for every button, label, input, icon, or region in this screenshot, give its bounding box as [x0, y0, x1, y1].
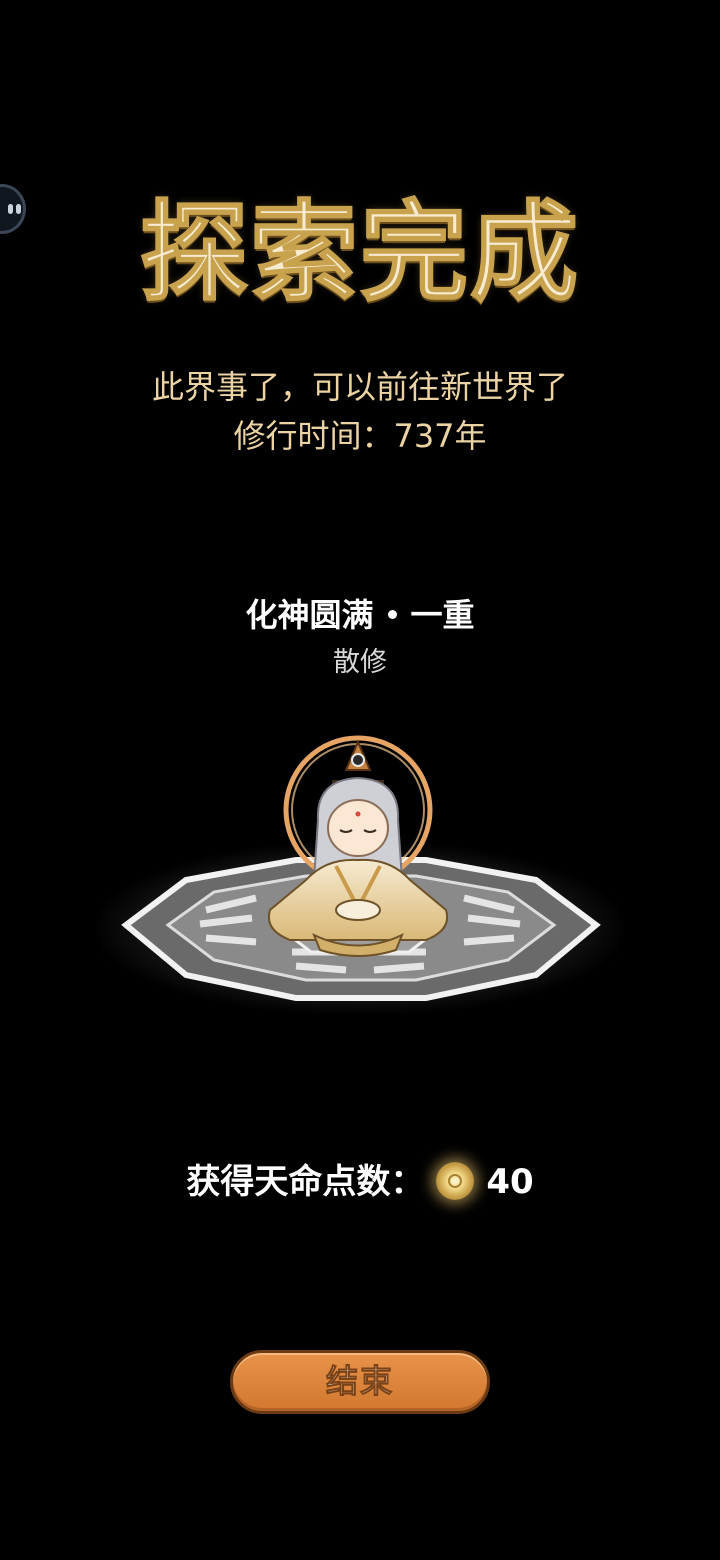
reward-row: 获得天命点数： 40	[0, 1158, 720, 1206]
cultivation-time: 修行时间：737年	[233, 417, 487, 455]
separator-dot-icon	[387, 609, 397, 619]
completion-message: 此界事了，可以前往新世界了	[151, 368, 568, 406]
page-title: 探索完成	[139, 190, 580, 316]
character-faction: 散修	[333, 647, 387, 678]
character-portrait-scene	[96, 735, 624, 1016]
rank-tier: 一重	[410, 596, 475, 634]
destiny-coin-icon	[436, 1161, 475, 1200]
reward-label: 获得天命点数：	[186, 1162, 425, 1202]
end-button[interactable]: 结束	[230, 1350, 490, 1414]
reward-value: 40	[486, 1162, 534, 1202]
rank-main: 化神圆满	[245, 596, 374, 634]
cultivation-rank: 化神圆满 一重	[0, 590, 720, 636]
